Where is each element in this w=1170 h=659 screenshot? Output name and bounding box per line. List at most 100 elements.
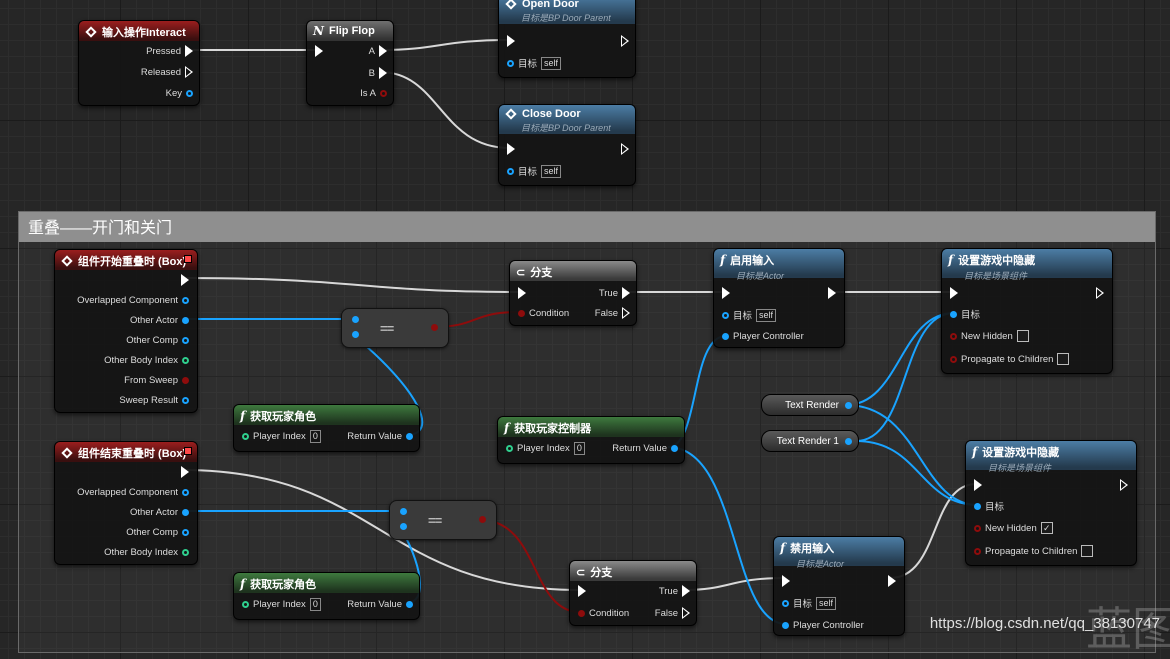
- true-pin[interactable]: True: [599, 286, 630, 300]
- exec-in-pin[interactable]: [782, 574, 790, 588]
- released-pin[interactable]: Released: [141, 65, 193, 79]
- delegate-icon: [184, 447, 192, 455]
- object-pin-icon: [974, 502, 981, 510]
- propagate-checkbox[interactable]: [1081, 545, 1094, 557]
- exec-in-pin[interactable]: [722, 286, 730, 300]
- new-hidden-pin[interactable]: New Hidden: [950, 329, 1029, 343]
- branch-node-1[interactable]: ⊂ 分支 True Condition False: [509, 260, 637, 326]
- other-actor-pin[interactable]: Other Actor: [130, 313, 189, 327]
- object-pin-icon[interactable]: [845, 437, 852, 445]
- from-sweep-pin[interactable]: From Sweep: [124, 373, 189, 387]
- get-player-character-node-1[interactable]: f 获取玩家角色 Player Index 0 Return Value: [233, 404, 420, 452]
- text-render-1-variable[interactable]: Text Render 1: [761, 430, 859, 452]
- object-pin-icon[interactable]: [400, 508, 407, 515]
- begin-overlap-event-node[interactable]: 组件开始重叠时 (Box) Overlapped Component Other…: [54, 249, 198, 413]
- sweep-result-pin[interactable]: Sweep Result: [119, 393, 189, 407]
- key-pin[interactable]: Key: [166, 86, 193, 100]
- get-player-character-node-2[interactable]: f 获取玩家角色 Player Index 0 Return Value: [233, 572, 420, 620]
- other-comp-pin[interactable]: Other Comp: [126, 333, 189, 347]
- object-pin-icon[interactable]: [352, 331, 359, 338]
- close-door-node[interactable]: Close Door 目标是BP Door Parent 目标 self: [498, 104, 636, 186]
- enable-input-node[interactable]: f 启用输入 目标是Actor 目标 self Player Controller: [713, 248, 845, 348]
- false-pin[interactable]: False: [595, 306, 630, 320]
- target-pin[interactable]: 目标: [950, 307, 980, 321]
- exec-out-pin[interactable]: [828, 286, 836, 300]
- exec-in-pin[interactable]: [507, 34, 515, 48]
- comment-title[interactable]: 重叠——开门和关门: [19, 212, 1155, 242]
- other-actor-pin[interactable]: Other Actor: [130, 505, 189, 519]
- overlapped-component-pin[interactable]: Overlapped Component: [77, 485, 189, 499]
- return-value-pin[interactable]: Return Value: [347, 597, 413, 611]
- bool-pin-icon[interactable]: [431, 324, 438, 331]
- pressed-pin[interactable]: Pressed: [146, 44, 193, 58]
- condition-pin[interactable]: Condition: [578, 606, 629, 620]
- branch-node-2[interactable]: ⊂ 分支 True Condition False: [569, 560, 697, 626]
- object-pin-icon: [782, 599, 789, 607]
- exec-out-pin[interactable]: [1120, 478, 1128, 492]
- int-pin-icon: [242, 432, 249, 440]
- target-pin[interactable]: 目标 self: [782, 596, 837, 610]
- exec-in-pin[interactable]: [518, 286, 526, 300]
- target-pin[interactable]: 目标: [974, 499, 1004, 513]
- return-value-pin[interactable]: Return Value: [612, 441, 678, 455]
- disable-input-node[interactable]: f 禁用输入 目标是Actor 目标 self Player Controller: [773, 536, 905, 636]
- exec-out-pin[interactable]: [1096, 286, 1104, 300]
- exec-out-pin[interactable]: [181, 273, 189, 287]
- flipflop-node[interactable]: N Flip Flop A B Is A: [306, 20, 394, 106]
- a-pin[interactable]: A: [369, 44, 387, 58]
- true-pin[interactable]: True: [659, 584, 690, 598]
- player-controller-pin[interactable]: Player Controller: [782, 618, 864, 632]
- false-pin[interactable]: False: [655, 606, 690, 620]
- object-pin-icon[interactable]: [400, 523, 407, 530]
- new-hidden-checkbox[interactable]: [1016, 330, 1029, 342]
- equal-node-2[interactable]: ==: [389, 500, 497, 540]
- object-pin-icon[interactable]: [352, 316, 359, 323]
- target-pin[interactable]: 目标 self: [722, 308, 777, 322]
- player-index-value[interactable]: 0: [309, 597, 321, 611]
- player-index-pin[interactable]: Player Index 0: [242, 429, 321, 443]
- end-overlap-event-node[interactable]: 组件结束重叠时 (Box) Overlapped Component Other…: [54, 441, 198, 565]
- other-comp-pin[interactable]: Other Comp: [126, 525, 189, 539]
- object-pin-icon: [406, 432, 413, 440]
- player-index-pin[interactable]: Player Index 0: [242, 597, 321, 611]
- exec-out-pin[interactable]: [621, 142, 629, 156]
- target-pin[interactable]: 目标 self: [507, 164, 562, 178]
- open-door-node[interactable]: Open Door 目标是BP Door Parent 目标 self: [498, 0, 636, 78]
- text-render-variable[interactable]: Text Render: [761, 394, 859, 416]
- player-index-pin[interactable]: Player Index 0: [506, 441, 585, 455]
- interact-event-node[interactable]: 输入操作Interact Pressed Released Key: [78, 20, 200, 106]
- exec-in-pin[interactable]: [974, 478, 982, 492]
- get-player-controller-node[interactable]: f 获取玩家控制器 Player Index 0 Return Value: [497, 416, 685, 464]
- exec-in-pin[interactable]: [507, 142, 515, 156]
- new-hidden-checkbox[interactable]: ✓: [1040, 522, 1053, 534]
- equal-node-1[interactable]: ==: [341, 308, 449, 348]
- propagate-pin[interactable]: Propagate to Children: [950, 352, 1070, 366]
- object-pin-icon[interactable]: [845, 401, 852, 409]
- exec-in-pin[interactable]: [315, 44, 323, 58]
- propagate-pin[interactable]: Propagate to Children: [974, 544, 1094, 558]
- player-index-value[interactable]: 0: [573, 441, 585, 455]
- exec-out-pin[interactable]: [621, 34, 629, 48]
- b-pin[interactable]: B: [369, 66, 387, 80]
- exec-out-pin[interactable]: [888, 574, 896, 588]
- exec-out-pin[interactable]: [181, 465, 189, 479]
- other-body-index-pin[interactable]: Other Body Index: [104, 353, 189, 367]
- set-hidden-in-game-node-2[interactable]: f 设置游戏中隐藏 目标是场景组件 目标 New Hidden ✓ Propagate…: [965, 440, 1137, 566]
- exec-in-pin[interactable]: [578, 584, 586, 598]
- target-pin[interactable]: 目标 self: [507, 56, 562, 70]
- new-hidden-pin[interactable]: New Hidden ✓: [974, 521, 1053, 535]
- bool-pin-icon[interactable]: [479, 516, 486, 523]
- player-controller-pin[interactable]: Player Controller: [722, 329, 804, 343]
- overlapped-component-pin[interactable]: Overlapped Component: [77, 293, 189, 307]
- node-title: 设置游戏中隐藏: [958, 255, 1036, 267]
- exec-in-pin[interactable]: [950, 286, 958, 300]
- set-hidden-in-game-node-1[interactable]: f 设置游戏中隐藏 目标是场景组件 目标 New Hidden Propagate …: [941, 248, 1113, 374]
- is-a-pin[interactable]: Is A: [360, 86, 387, 100]
- other-body-index-pin[interactable]: Other Body Index: [104, 545, 189, 559]
- int-pin-icon: [182, 356, 189, 364]
- condition-pin[interactable]: Condition: [518, 306, 569, 320]
- propagate-checkbox[interactable]: [1057, 353, 1070, 365]
- object-pin-icon: [406, 600, 413, 608]
- return-value-pin[interactable]: Return Value: [347, 429, 413, 443]
- player-index-value[interactable]: 0: [309, 429, 321, 443]
